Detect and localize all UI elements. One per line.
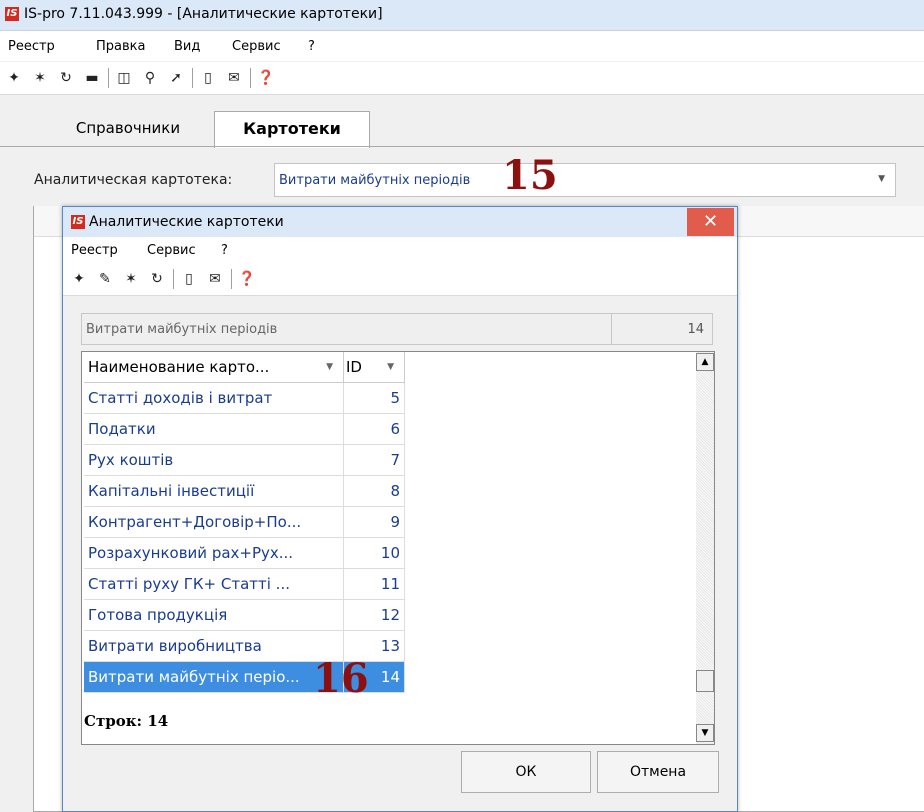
tab-directories[interactable]: Справочники (48, 111, 208, 147)
scroll-down-icon[interactable]: ▼ (696, 724, 714, 742)
tab-divider (0, 146, 924, 147)
dialog-titlebar: IS Аналитические картотеки ✕ (63, 207, 737, 237)
cell-id: 12 (344, 600, 405, 631)
main-toolbar: ✦ ✶ ↻ ▬ ◫ ⚲ ➚ ▯ ✉ ❓ (0, 62, 924, 95)
callout-marker: 15 (502, 152, 558, 199)
mail-icon[interactable]: ✉ (224, 68, 244, 88)
status-row-count: Строк: 14 (84, 712, 169, 730)
cell-id: 5 (344, 383, 405, 414)
cards-grid: Наименование карто... ▼ ID ▼ Статті дохо… (81, 351, 715, 745)
find-next-icon[interactable]: ➚ (166, 68, 186, 88)
new-item-icon[interactable]: ✦ (4, 68, 24, 88)
cell-name: Податки (84, 414, 344, 445)
close-button[interactable]: ✕ (687, 208, 734, 236)
ok-button[interactable]: ОК (461, 751, 591, 793)
dialog-toolbar: ✦ ✎ ✶ ↻ ▯ ✉ ❓ (63, 263, 737, 296)
dialog-menu-help[interactable]: ? (221, 243, 228, 258)
cards-dialog: IS Аналитические картотеки ✕ Реестр Серв… (62, 206, 738, 812)
record-count: 14 (611, 313, 713, 345)
tab-cards[interactable]: Картотеки (214, 111, 370, 148)
print-icon[interactable]: ▬ (82, 68, 102, 88)
search-icon[interactable]: ⚲ (140, 68, 160, 88)
cell-id: 9 (344, 507, 405, 538)
refresh-icon[interactable]: ↻ (147, 269, 167, 289)
chevron-down-icon[interactable]: ▼ (878, 174, 885, 184)
help-icon[interactable]: ❓ (237, 269, 257, 289)
column-header-name-label: Наименование карто... (88, 358, 270, 376)
column-header-name[interactable]: Наименование карто... ▼ (84, 352, 344, 383)
toolbar-separator (108, 68, 109, 88)
delete-item-icon[interactable]: ✶ (30, 68, 50, 88)
mail-icon[interactable]: ✉ (205, 269, 225, 289)
current-card-path-value: Витрати майбутніх періодів (86, 322, 278, 337)
cancel-button[interactable]: Отмена (597, 751, 719, 793)
card-field-label: Аналитическая картотека: (34, 172, 233, 188)
record-count-value: 14 (687, 322, 704, 337)
cell-name: Контрагент+Договір+По... (84, 507, 344, 538)
menu-help[interactable]: ? (308, 39, 315, 54)
menu-service[interactable]: Сервис (232, 39, 281, 54)
callout-marker: 16 (313, 655, 369, 702)
toolbar-separator (231, 269, 232, 289)
dialog-menu-registry[interactable]: Реестр (71, 243, 118, 258)
menu-edit[interactable]: Правка (96, 39, 145, 54)
form-icon[interactable]: ▯ (179, 269, 199, 289)
cell-id: 10 (344, 538, 405, 569)
cell-name: Капітальні інвестиції (84, 476, 344, 507)
cell-name: Витрати виробництва (84, 631, 344, 662)
column-header-id[interactable]: ID ▼ (344, 352, 405, 383)
scroll-up-icon[interactable]: ▲ (696, 353, 714, 371)
sort-arrow-icon[interactable]: ▼ (326, 352, 333, 382)
menu-registry[interactable]: Реестр (8, 39, 55, 54)
close-icon: ✕ (702, 211, 719, 232)
dialog-menu-service[interactable]: Сервис (147, 243, 196, 258)
main-menubar: Реестр Правка Вид Сервис ? (0, 31, 924, 61)
refresh-icon[interactable]: ↻ (56, 68, 76, 88)
toolbar-separator (250, 68, 251, 88)
scrollbar-thumb[interactable] (696, 670, 714, 692)
delete-item-icon[interactable]: ✶ (121, 269, 141, 289)
cell-name: Готова продукція (84, 600, 344, 631)
columns-icon[interactable]: ◫ (114, 68, 134, 88)
cell-id: 11 (344, 569, 405, 600)
form-icon[interactable]: ▯ (198, 68, 218, 88)
cell-name: Рух коштів (84, 445, 344, 476)
app-logo-icon: IS (71, 215, 85, 229)
dialog-menubar: Реестр Сервис ? (63, 237, 737, 263)
toolbar-separator (173, 269, 174, 289)
window-titlebar: IS IS-pro 7.11.043.999 - [Аналитические … (0, 0, 924, 31)
help-icon[interactable]: ❓ (256, 68, 276, 88)
cell-id: 6 (344, 414, 405, 445)
cell-name: Статті руху ГК+ Статті ... (84, 569, 344, 600)
cell-name: Розрахунковий рах+Рух... (84, 538, 344, 569)
card-select-value: Витрати майбутніх періодів (279, 173, 471, 188)
vertical-scrollbar[interactable]: ▲ ▼ (696, 352, 714, 744)
column-header-id-label: ID (346, 358, 362, 376)
card-select[interactable]: Витрати майбутніх періодів ▼ (274, 163, 896, 197)
menu-view[interactable]: Вид (174, 39, 200, 54)
window-title: IS-pro 7.11.043.999 - [Аналитические кар… (24, 6, 383, 22)
edit-item-icon[interactable]: ✎ (95, 269, 115, 289)
cell-id: 7 (344, 445, 405, 476)
cell-name: Витрати майбутніх періо... (84, 662, 344, 693)
toolbar-separator (192, 68, 193, 88)
app-logo-icon: IS (5, 7, 19, 21)
sort-arrow-icon[interactable]: ▼ (387, 352, 394, 382)
new-item-icon[interactable]: ✦ (69, 269, 89, 289)
tabs-area: Справочники Картотеки (0, 95, 924, 148)
dialog-title: Аналитические картотеки (89, 214, 284, 230)
cell-name: Статті доходів і витрат (84, 383, 344, 414)
current-card-path: Витрати майбутніх періодів (81, 313, 613, 345)
cell-id: 8 (344, 476, 405, 507)
